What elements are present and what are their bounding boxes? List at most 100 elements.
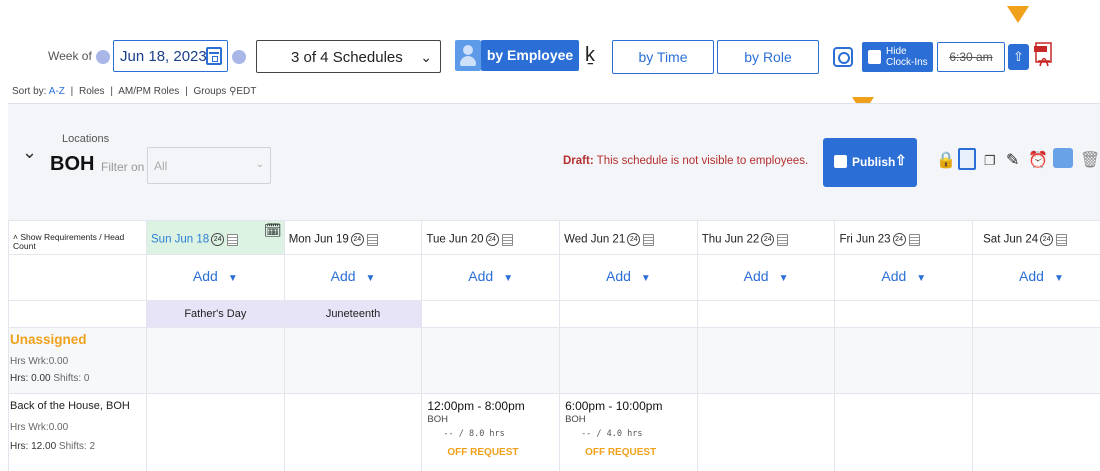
badge-24h[interactable]: 24: [761, 233, 775, 246]
shift-card[interactable]: 6:00pm - 10:00pm BOH -- / 4.0 hrs OFF RE…: [561, 395, 697, 458]
shift-cell[interactable]: [972, 393, 1100, 471]
publish-button[interactable]: Publish ⇧: [823, 138, 917, 187]
prev-week-button[interactable]: [96, 50, 110, 64]
publish-checkbox[interactable]: [834, 155, 847, 168]
shift-cell-tue[interactable]: 12:00pm - 8:00pm BOH -- / 8.0 hrs OFF RE…: [421, 393, 561, 471]
hide-clock-ins-button[interactable]: Hide Clock-Ins: [862, 42, 933, 72]
add-shift-button[interactable]: Add ▼: [881, 268, 926, 284]
sort-option-roles[interactable]: Roles: [79, 86, 105, 97]
badge-24h[interactable]: 24: [211, 233, 225, 246]
time-toggle-button[interactable]: 6:30 am: [937, 42, 1005, 72]
empty-cell: [834, 300, 974, 328]
alarm-clock-icon[interactable]: ⏰: [1028, 150, 1048, 170]
shift-cell[interactable]: [421, 327, 561, 394]
view-by-time-button[interactable]: by Time: [612, 40, 714, 74]
add-cell-sat[interactable]: Add ▼: [972, 254, 1100, 301]
notes-icon[interactable]: [777, 233, 789, 246]
lock-icon[interactable]: 🔒: [936, 150, 956, 170]
shift-cell[interactable]: [696, 393, 836, 471]
day-header-sat[interactable]: Sat Jun 24 24: [972, 220, 1100, 255]
notes-icon[interactable]: [366, 233, 378, 246]
add-cell-sun[interactable]: Add ▼: [146, 254, 285, 301]
add-shift-button[interactable]: Add ▼: [331, 268, 376, 284]
badge-24h[interactable]: 24: [350, 233, 364, 246]
notes-icon[interactable]: [227, 233, 239, 246]
hide-clock-ins-line2: Clock-Ins: [886, 57, 928, 68]
shift-cell[interactable]: [559, 327, 698, 394]
add-shift-button[interactable]: Add ▼: [468, 268, 513, 284]
schedules-select[interactable]: 3 of 4 Schedules ⌄: [256, 40, 441, 73]
week-date-picker[interactable]: Jun 18, 2023: [113, 40, 228, 72]
sort-bar: Sort by: A-Z | Roles | AM/PM Roles | Gro…: [12, 86, 257, 97]
row-title: Back of the House, BOH: [10, 400, 130, 412]
empty-cell: [8, 300, 147, 328]
add-cell-mon[interactable]: Add ▼: [283, 254, 423, 301]
shift-cell[interactable]: [696, 327, 836, 394]
show-requirements-toggle[interactable]: ˄ Show Requirements / Head Count: [8, 220, 147, 255]
zoom-icon[interactable]: [833, 47, 853, 67]
badge-24h[interactable]: 24: [892, 233, 906, 246]
trash-icon[interactable]: 🗑: [1080, 150, 1100, 170]
badge-24h[interactable]: 24: [627, 233, 641, 246]
timezone-label[interactable]: EDT: [236, 86, 256, 97]
next-week-button[interactable]: [232, 50, 246, 64]
unassigned-row: Unassigned Hrs Wrk:0.00 Hrs: 0.00 Shifts…: [8, 327, 1100, 394]
week-date-value: Jun 18, 2023: [120, 48, 207, 65]
row-header-unassigned: Unassigned Hrs Wrk:0.00 Hrs: 0.00 Shifts…: [8, 327, 147, 394]
add-shift-button[interactable]: Add ▼: [606, 268, 651, 284]
day-header-fri[interactable]: Fri Jun 23 24: [834, 220, 974, 255]
shift-card[interactable]: 12:00pm - 8:00pm BOH -- / 8.0 hrs OFF RE…: [423, 395, 559, 458]
filter-select[interactable]: All ⌄: [147, 147, 271, 184]
draft-notice: Draft: This schedule is not visible to e…: [563, 155, 808, 167]
notes-icon[interactable]: [908, 233, 920, 246]
calendar-icon[interactable]: [206, 47, 222, 65]
day-header-mon[interactable]: Mon Jun 19 24: [283, 220, 423, 255]
notes-icon[interactable]: [643, 233, 655, 246]
add-shift-button[interactable]: Add ▼: [193, 268, 238, 284]
day-header-wed[interactable]: Wed Jun 21 24: [559, 220, 698, 255]
walking-icon[interactable]: ḵ: [585, 44, 595, 67]
badge-24h[interactable]: 24: [1040, 233, 1054, 246]
shift-cell[interactable]: [972, 327, 1100, 394]
add-cell-fri[interactable]: Add ▼: [834, 254, 974, 301]
upload-icon[interactable]: ⇧: [1008, 44, 1029, 70]
day-label: Wed Jun 21: [564, 233, 626, 246]
shift-cell-wed[interactable]: 6:00pm - 10:00pm BOH -- / 4.0 hrs OFF RE…: [559, 393, 698, 471]
badge-24h[interactable]: 24: [485, 233, 499, 246]
pdf-icon[interactable]: [1034, 42, 1054, 68]
add-cell-thu[interactable]: Add ▼: [696, 254, 836, 301]
sort-option-ampm-roles[interactable]: AM/PM Roles: [118, 86, 179, 97]
shift-cell[interactable]: [834, 327, 974, 394]
sort-option-a-z[interactable]: A-Z: [49, 86, 65, 97]
copy-icon[interactable]: ❐: [984, 153, 996, 169]
view-by-role-button[interactable]: by Role: [717, 40, 819, 74]
day-header-thu[interactable]: Thu Jun 22 24: [696, 220, 836, 255]
shift-cell[interactable]: [283, 393, 423, 471]
day-header-tue[interactable]: Tue Jun 20 24: [421, 220, 561, 255]
add-shift-button[interactable]: Add ▼: [1019, 268, 1064, 284]
shift-cell[interactable]: [834, 393, 974, 471]
sort-option-groups[interactable]: Groups: [193, 86, 226, 97]
shift-hours: -- / 4.0 hrs: [581, 429, 643, 439]
add-shift-button[interactable]: Add ▼: [744, 268, 789, 284]
people-icon[interactable]: [455, 40, 481, 71]
notes-icon[interactable]: [1056, 233, 1068, 246]
filter-on-label: Filter on: [101, 160, 145, 174]
hours-shifts: Hrs: 12.00 Shifts: 2: [10, 441, 96, 452]
schedule-template-icon[interactable]: [958, 148, 976, 170]
shift-cell[interactable]: [283, 327, 423, 394]
shift-cell[interactable]: [146, 327, 285, 394]
print-icon[interactable]: [1053, 148, 1073, 168]
add-cell-wed[interactable]: Add ▼: [559, 254, 698, 301]
calendar-note-icon[interactable]: 🗓: [264, 222, 282, 239]
add-cell-tue[interactable]: Add ▼: [421, 254, 561, 301]
shift-cell[interactable]: [146, 393, 285, 471]
notes-icon[interactable]: [501, 233, 513, 246]
empty-cell: [421, 300, 561, 328]
comment-alert-icon[interactable]: ✎: [1006, 150, 1019, 170]
row-header-boh: Back of the House, BOH Hrs Wrk:0.00 Hrs:…: [8, 393, 147, 471]
collapse-chevron-icon[interactable]: ⌄: [22, 142, 37, 163]
caret-down-icon: ▼: [916, 273, 927, 284]
empty-cell: [8, 254, 147, 301]
view-by-employee-button[interactable]: by Employee: [481, 40, 579, 71]
